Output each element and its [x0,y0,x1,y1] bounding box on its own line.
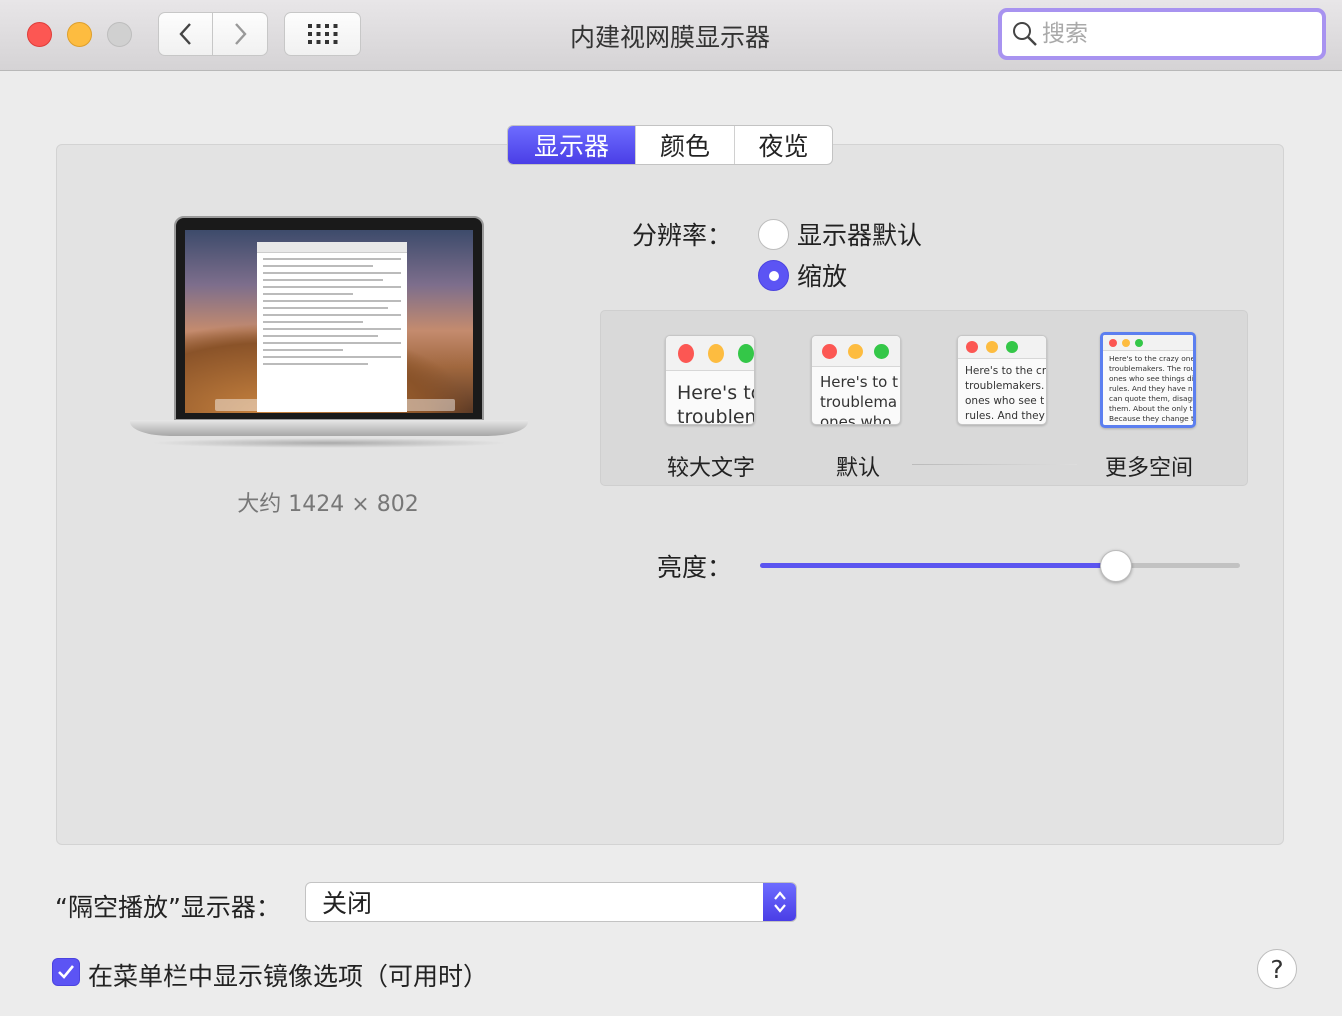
back-button[interactable] [158,12,213,56]
scale-option-default[interactable]: Here's to t troublema ones who [811,335,901,425]
airplay-select-value: 关闭 [322,889,373,918]
resolution-label: 分辨率： [632,221,733,250]
close-button[interactable] [27,22,52,47]
airplay-select[interactable]: 关闭 [305,882,797,922]
brightness-label: 亮度： [657,553,733,582]
tab-color[interactable]: 颜色 [635,126,734,164]
scale-label-larger-text: 较大文字 [667,456,756,481]
laptop-screen [185,230,473,413]
scale-option-more-space[interactable]: Here's to the crazy one troublemakers. T… [1100,332,1196,428]
resolution-caption: 大约 1424 × 802 [237,492,419,517]
search-icon [1013,22,1037,46]
scale-option-medium[interactable]: Here's to the cr troublemakers. ones who… [957,335,1047,425]
radio-default[interactable]: 显示器默认 [758,216,922,252]
title-bar: 内建视网膜显示器 [0,0,1342,71]
show-all-button[interactable] [284,12,361,56]
tab-night-shift[interactable]: 夜览 [734,126,832,164]
chevron-left-icon [178,23,191,45]
window-title: 内建视网膜显示器 [569,23,770,52]
brightness-slider-fill [760,563,1116,568]
radio-default-label: 显示器默认 [797,221,923,250]
search-input[interactable] [1038,21,1302,47]
mirroring-label[interactable]: 在菜单栏中显示镜像选项（可用时） [88,957,488,993]
brightness-slider-knob[interactable] [1100,550,1133,582]
mirroring-checkbox[interactable] [52,958,80,986]
scale-divider [912,464,1077,465]
brightness-slider[interactable] [760,550,1240,582]
help-button[interactable]: ? [1257,949,1297,989]
grid-icon [307,24,337,44]
search-field[interactable] [998,8,1326,60]
radio-scaled-button[interactable] [758,259,789,291]
radio-default-button[interactable] [758,218,789,250]
minimize-button[interactable] [67,22,92,47]
updown-chevron-icon [763,883,796,921]
checkmark-icon [58,965,75,979]
document-window [257,242,407,412]
forward-button[interactable] [212,12,268,56]
zoom-button[interactable] [107,22,132,47]
airplay-label: “隔空播放”显示器： [55,893,281,922]
radio-scaled[interactable]: 缩放 [758,257,847,293]
scale-label-more-space: 更多空间 [1105,456,1194,481]
tab-display[interactable]: 显示器 [508,126,635,164]
dock [215,399,455,411]
macbook-illustration [130,216,528,456]
scale-option-larger-text[interactable]: Here's to troublem [665,335,755,425]
scale-label-default: 默认 [836,456,881,481]
radio-scaled-label: 缩放 [797,262,848,291]
laptop-screen-frame [174,216,484,421]
tab-bar: 显示器 颜色 夜览 [507,125,833,165]
laptop-base [130,420,528,436]
chevron-right-icon [235,23,247,45]
